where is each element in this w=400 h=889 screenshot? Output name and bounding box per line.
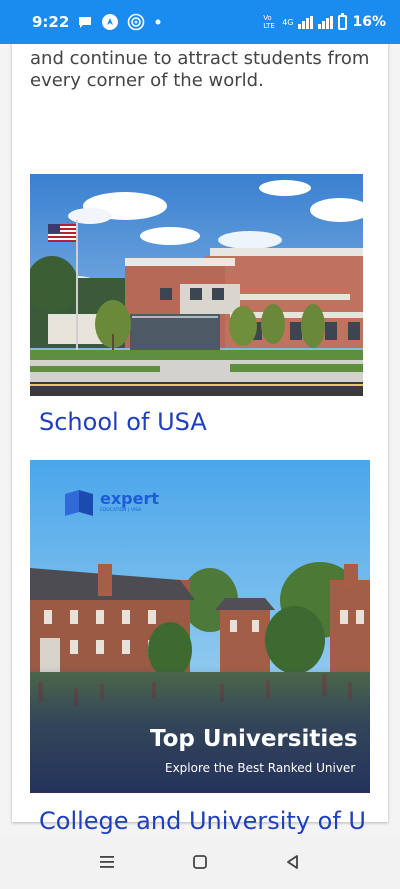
- signal-icon-2: [318, 15, 334, 29]
- location-icon: [102, 14, 119, 30]
- status-system-icons: Vo LTE 4G 16%: [263, 12, 386, 30]
- banner-brand: expert: [100, 489, 159, 508]
- status-time: 9:22: [32, 13, 70, 31]
- status-bar: 9:22 Vo LTE 4G 16%: [0, 0, 400, 44]
- volte-label: Vo LTE: [263, 14, 275, 30]
- battery-icon: [338, 12, 348, 30]
- banner-subline: Explore the Best Ranked Univer: [165, 761, 355, 775]
- menu-icon: [99, 856, 114, 868]
- banner-headline: Top Universities: [150, 726, 358, 752]
- caption-college-university[interactable]: College and University of U: [39, 807, 379, 835]
- back-icon: [287, 855, 299, 869]
- battery-percent: 16%: [352, 14, 386, 30]
- chat-icon: [79, 17, 92, 28]
- intro-text: and continue to attract students from ev…: [30, 48, 370, 91]
- home-button[interactable]: [180, 842, 220, 882]
- school-image: [30, 174, 363, 396]
- dot-icon: [155, 19, 161, 25]
- network-label: 4G: [282, 17, 294, 27]
- target-icon: [128, 13, 145, 31]
- caption-school-of-usa[interactable]: School of USA: [39, 408, 207, 436]
- recent-apps-button[interactable]: [87, 842, 127, 882]
- banner-brand-sub: EDUCATION | VISA: [100, 507, 142, 513]
- back-button[interactable]: [273, 842, 313, 882]
- home-icon: [193, 855, 207, 869]
- signal-icon: [298, 15, 314, 29]
- system-navigation-bar: [0, 835, 400, 889]
- article-scroll-area[interactable]: and continue to attract students from ev…: [0, 44, 400, 835]
- status-notification-icons: [77, 13, 163, 31]
- college-banner-image: expert EDUCATION | VISA Top Universities…: [30, 460, 370, 793]
